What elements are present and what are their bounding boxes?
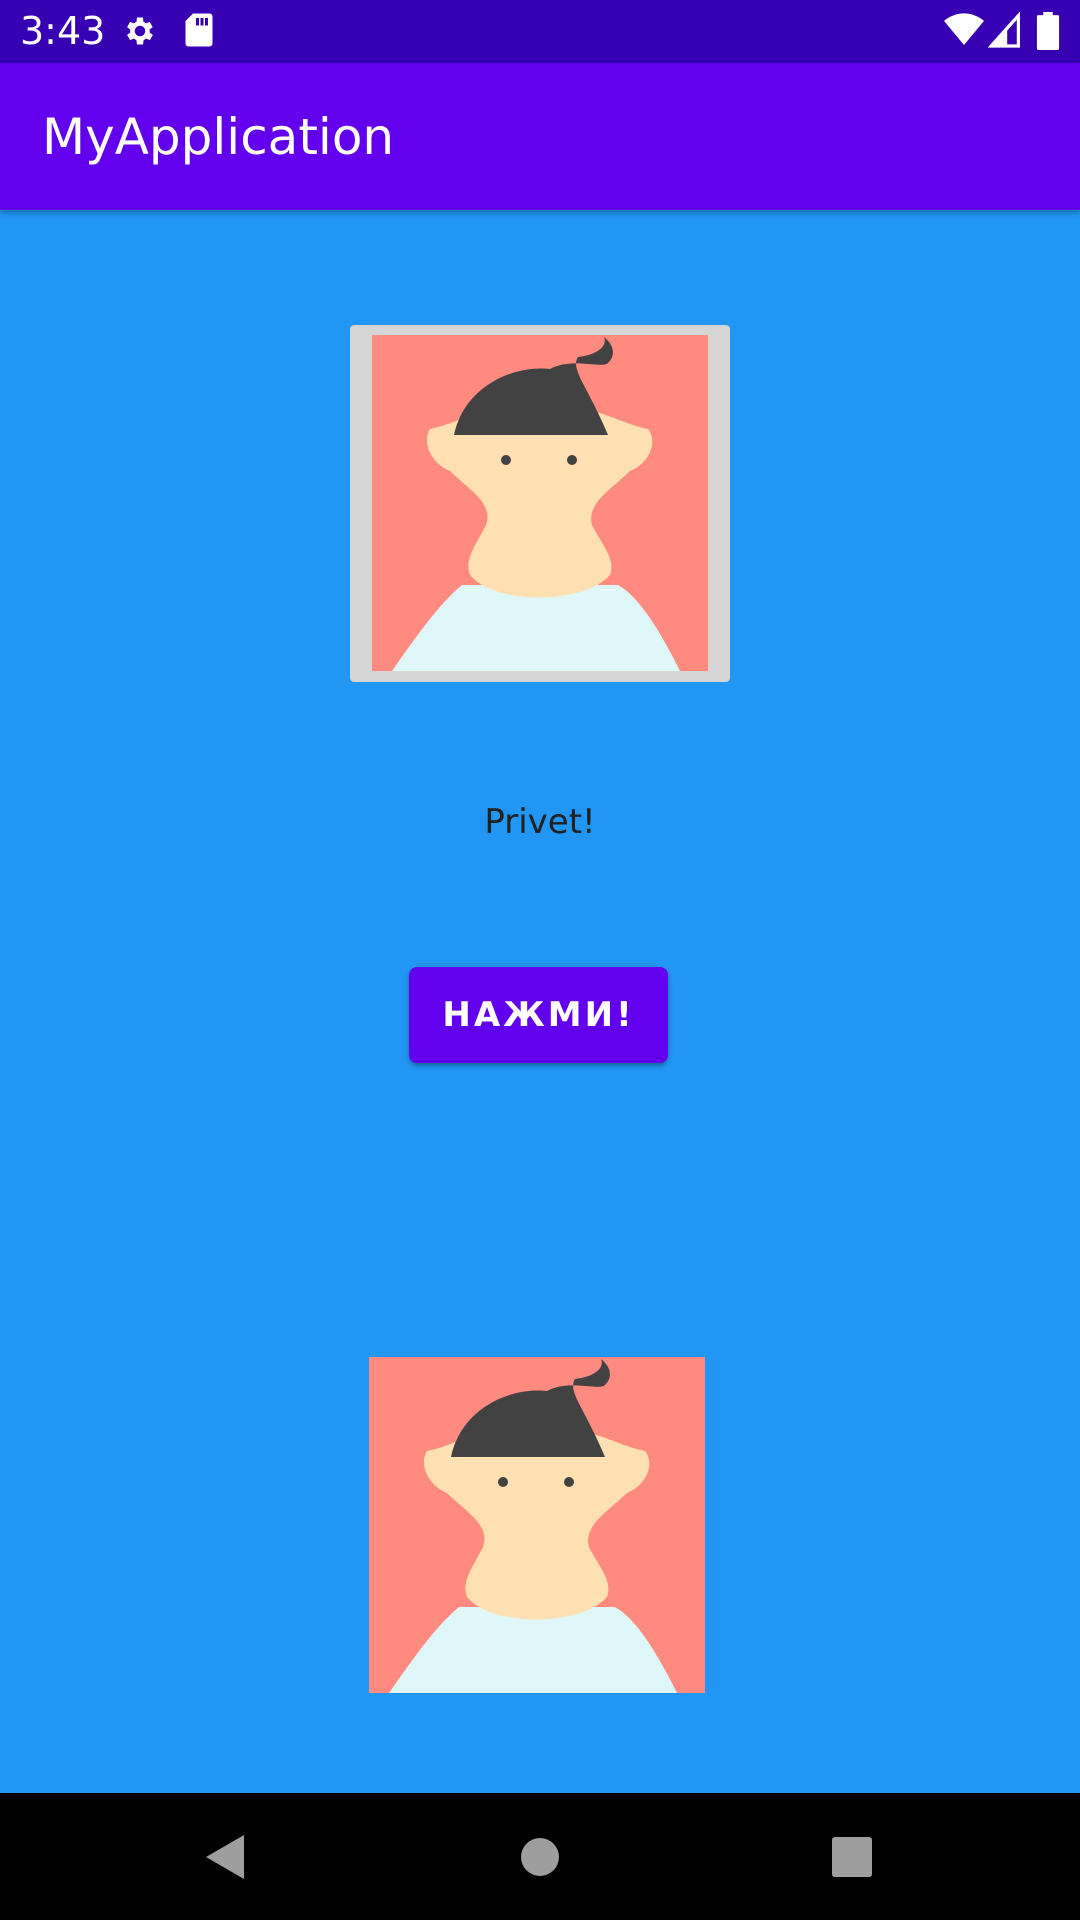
navigation-bar: [0, 1793, 1080, 1920]
status-bar: 3:43: [0, 0, 1080, 63]
avatar-image: [372, 335, 708, 671]
signal-icon: [987, 11, 1020, 52]
home-icon[interactable]: [510, 1827, 570, 1887]
sd-card-icon: [184, 12, 214, 52]
person-avatar-icon: [369, 1357, 705, 1693]
gear-icon: [122, 12, 158, 54]
wifi-icon: [944, 12, 984, 52]
status-time: 3:43: [20, 9, 106, 53]
back-icon[interactable]: [196, 1827, 256, 1887]
main-content: Privet! НАЖМИ!: [0, 210, 1080, 1793]
avatar-image-2: [369, 1357, 705, 1693]
recents-icon[interactable]: [822, 1827, 882, 1887]
person-avatar-icon: [372, 335, 708, 671]
greeting-text: Privet!: [484, 802, 596, 842]
press-button[interactable]: НАЖМИ!: [409, 967, 668, 1063]
app-bar: MyApplication: [0, 63, 1080, 210]
battery-icon: [1036, 12, 1060, 54]
app-title: MyApplication: [42, 108, 395, 166]
avatar-frame: [350, 325, 730, 682]
